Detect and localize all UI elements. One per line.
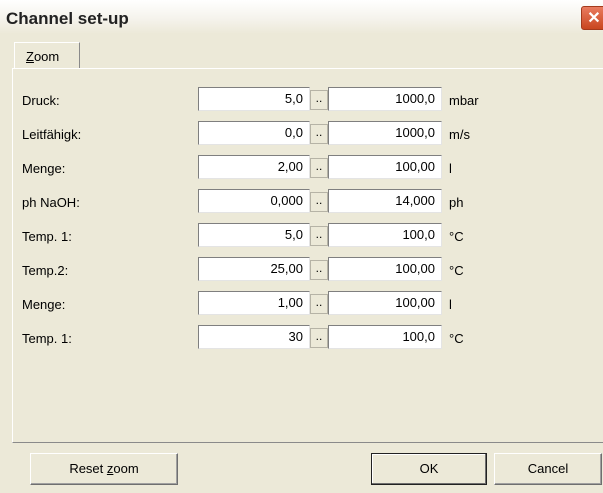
channel-row: Temp. 1: 5,0 .. 100,0 °C <box>0 223 603 249</box>
min-value-input[interactable]: 2,00 <box>198 155 310 179</box>
channel-setup-dialog: Channel set-up ✕ Zoom Druck: 5,0 .. 1000… <box>0 0 603 493</box>
min-value-input[interactable]: 30 <box>198 325 310 349</box>
unit-label: °C <box>449 331 464 346</box>
min-value-input[interactable]: 5,0 <box>198 87 310 111</box>
max-value-input[interactable]: 1000,0 <box>328 121 442 145</box>
max-value-input[interactable]: 14,000 <box>328 189 442 213</box>
channel-label: Temp.2: <box>22 263 69 278</box>
channel-row: Leitfähigk: 0,0 .. 1000,0 m/s <box>0 121 603 147</box>
close-button[interactable]: ✕ <box>581 6 603 30</box>
channel-label: Druck: <box>22 93 60 108</box>
tab-zoom[interactable]: Zoom <box>14 42 80 68</box>
min-value-input[interactable]: 0,0 <box>198 121 310 145</box>
range-separator: .. <box>310 90 328 110</box>
max-value-input[interactable]: 100,00 <box>328 291 442 315</box>
tab-zoom-label: Zoom <box>26 49 60 64</box>
channel-label: Temp. 1: <box>22 331 72 346</box>
unit-label: l <box>449 161 452 176</box>
channel-row: Temp.2: 25,00 .. 100,00 °C <box>0 257 603 283</box>
unit-label: °C <box>449 229 464 244</box>
range-separator: .. <box>310 226 328 246</box>
channel-row: Temp. 1: 30 .. 100,0 °C <box>0 325 603 351</box>
max-value-input[interactable]: 100,0 <box>328 223 442 247</box>
range-separator: .. <box>310 294 328 314</box>
close-icon: ✕ <box>587 10 601 27</box>
ok-button[interactable]: OK <box>371 453 487 485</box>
channel-label: ph NaOH: <box>22 195 80 210</box>
min-value-input[interactable]: 5,0 <box>198 223 310 247</box>
window-title: Channel set-up <box>6 9 129 28</box>
unit-label: m/s <box>449 127 470 142</box>
unit-label: l <box>449 297 452 312</box>
max-value-input[interactable]: 100,0 <box>328 325 442 349</box>
range-separator: .. <box>310 328 328 348</box>
channel-row: ph NaOH: 0,000 .. 14,000 ph <box>0 189 603 215</box>
reset-zoom-label: Reset zoom <box>69 461 139 476</box>
range-separator: .. <box>310 192 328 212</box>
title-bar[interactable]: Channel set-up ✕ <box>0 0 603 34</box>
channel-label: Leitfähigk: <box>22 127 82 142</box>
channel-row: Menge: 1,00 .. 100,00 l <box>0 291 603 317</box>
max-value-input[interactable]: 1000,0 <box>328 87 442 111</box>
unit-label: °C <box>449 263 464 278</box>
channel-label: Menge: <box>22 297 66 312</box>
min-value-input[interactable]: 1,00 <box>198 291 310 315</box>
min-value-input[interactable]: 0,000 <box>198 189 310 213</box>
min-value-input[interactable]: 25,00 <box>198 257 310 281</box>
max-value-input[interactable]: 100,00 <box>328 257 442 281</box>
range-separator: .. <box>310 260 328 280</box>
reset-zoom-button[interactable]: Reset zoom <box>30 453 178 485</box>
range-separator: .. <box>310 124 328 144</box>
unit-label: mbar <box>449 93 479 108</box>
channel-label: Temp. 1: <box>22 229 72 244</box>
channel-row: Menge: 2,00 .. 100,00 l <box>0 155 603 181</box>
range-separator: .. <box>310 158 328 178</box>
unit-label: ph <box>449 195 464 210</box>
cancel-button[interactable]: Cancel <box>494 453 602 485</box>
channel-row: Druck: 5,0 .. 1000,0 mbar <box>0 87 603 113</box>
max-value-input[interactable]: 100,00 <box>328 155 442 179</box>
channel-label: Menge: <box>22 161 66 176</box>
